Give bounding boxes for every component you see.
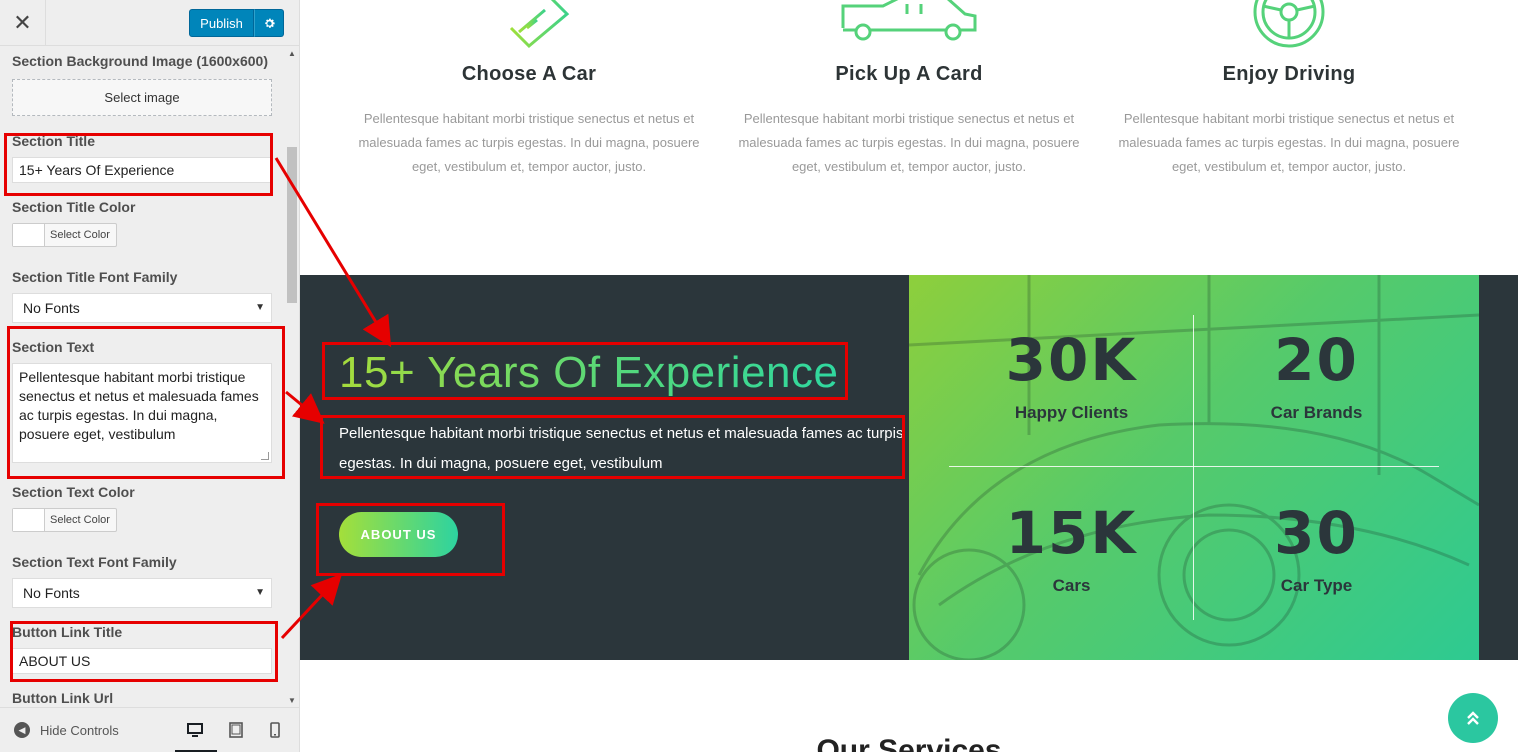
annotation-arrow bbox=[274, 157, 392, 348]
annotation-arrow bbox=[280, 573, 343, 640]
annotation-arrow bbox=[285, 390, 325, 424]
annotation-arrows bbox=[274, 157, 392, 640]
